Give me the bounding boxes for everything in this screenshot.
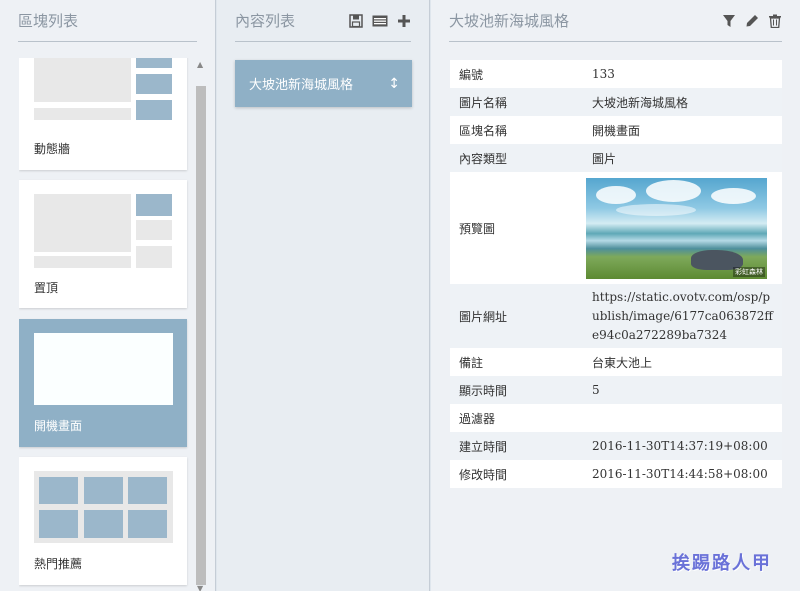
field-label: 修改時間: [459, 467, 508, 482]
scroll-up-icon[interactable]: ▲: [197, 60, 203, 69]
block-thumbnail: [34, 194, 173, 268]
block-card-label: 開機畫面: [34, 419, 83, 433]
table-row: 過濾器: [450, 404, 782, 432]
filter-icon[interactable]: [722, 14, 736, 28]
plus-icon[interactable]: [397, 14, 411, 28]
field-label: 過濾器: [459, 411, 496, 426]
field-label: 預覽圖: [459, 221, 496, 236]
drag-sort-icon[interactable]: ↕: [388, 76, 400, 92]
field-label: 顯示時間: [459, 383, 508, 398]
preview-image[interactable]: 彩虹森林: [586, 177, 767, 279]
field-value: 5: [592, 383, 600, 397]
table-row: 預覽圖 彩虹森林: [450, 172, 782, 284]
block-card-popular[interactable]: 熱門推薦: [19, 457, 187, 585]
field-label: 編號: [459, 67, 484, 82]
watermark-text: 挨踢路人甲: [672, 553, 772, 574]
table-row: 圖片網址 https://static.ovotv.com/osp/publis…: [450, 284, 782, 348]
block-thumbnail: [34, 333, 173, 405]
table-row: 顯示時間 5: [450, 376, 782, 404]
block-list: 動態牆 置頂 開機畫面 熱門推薦: [19, 58, 189, 591]
content-list-title: 內容列表: [235, 12, 296, 30]
field-label: 內容類型: [459, 151, 508, 166]
field-label: 備註: [459, 355, 484, 370]
field-value: [583, 404, 782, 432]
table-row: 圖片名稱 大坡池新海城風格: [450, 88, 782, 116]
block-list-scrollbar[interactable]: ▲ ▼: [195, 58, 207, 591]
block-card-boot-screen[interactable]: 開機畫面: [19, 319, 187, 447]
save-icon[interactable]: [349, 13, 363, 28]
block-card-top[interactable]: 置頂: [19, 180, 187, 308]
table-row: 建立時間 2016-11-30T14:37:19+08:00: [450, 432, 782, 460]
list-icon[interactable]: [372, 14, 388, 28]
content-item-label: 大坡池新海城風格: [249, 78, 354, 93]
field-label: 圖片網址: [459, 309, 508, 324]
block-card-label: 熱門推薦: [34, 557, 83, 571]
content-list-header: 內容列表: [235, 0, 411, 42]
table-row: 編號 133: [450, 60, 782, 88]
content-item[interactable]: 大坡池新海城風格 ↕: [235, 60, 412, 107]
field-label: 區塊名稱: [459, 123, 508, 138]
block-card-label: 置頂: [34, 281, 59, 295]
field-value: 大坡池新海城風格: [592, 95, 689, 110]
field-value: 2016-11-30T14:37:19+08:00: [592, 439, 768, 453]
block-list-title: 區塊列表: [18, 12, 79, 30]
content-list-panel: 內容列表 大坡池新海城風格 ↕: [217, 0, 430, 591]
field-value: 開機畫面: [592, 123, 641, 138]
field-value: 133: [592, 67, 615, 81]
field-value: 彩虹森林: [583, 172, 782, 284]
field-value: 台東大池上: [592, 355, 653, 370]
detail-header: 大坡池新海城風格: [449, 0, 782, 42]
scroll-down-icon[interactable]: ▼: [197, 584, 203, 591]
preview-caption: 彩虹森林: [733, 266, 765, 277]
block-list-panel: 區塊列表 動態牆 置頂 開機畫面 熱門推薦 ▲ ▼: [0, 0, 216, 591]
block-thumbnail: [34, 58, 173, 120]
table-row: 修改時間 2016-11-30T14:44:58+08:00: [450, 460, 782, 488]
image-url-value[interactable]: https://static.ovotv.com/osp/publish/ima…: [583, 284, 782, 348]
block-list-header: 區塊列表: [18, 0, 197, 42]
detail-title: 大坡池新海城風格: [449, 12, 570, 30]
field-value: 2016-11-30T14:44:58+08:00: [592, 467, 768, 481]
table-row: 備註 台東大池上: [450, 348, 782, 376]
block-thumbnail: [34, 471, 173, 543]
field-label: 圖片名稱: [459, 95, 508, 110]
field-value: 圖片: [592, 151, 617, 166]
table-row: 區塊名稱 開機畫面: [450, 116, 782, 144]
trash-icon[interactable]: [768, 14, 782, 28]
block-card-label: 動態牆: [34, 142, 71, 156]
detail-table: 編號 133 圖片名稱 大坡池新海城風格 區塊名稱 開機畫面 內容類型 圖片 預…: [450, 60, 782, 488]
field-label: 建立時間: [459, 439, 508, 454]
detail-panel: 大坡池新海城風格 編號 133 圖片名稱 大坡池新海城風格 區塊名稱 開機畫面: [431, 0, 800, 591]
pencil-icon[interactable]: [745, 14, 759, 28]
scrollbar-thumb[interactable]: [196, 86, 206, 585]
table-row: 內容類型 圖片: [450, 144, 782, 172]
block-card-dynamic-wall[interactable]: 動態牆: [19, 58, 187, 170]
